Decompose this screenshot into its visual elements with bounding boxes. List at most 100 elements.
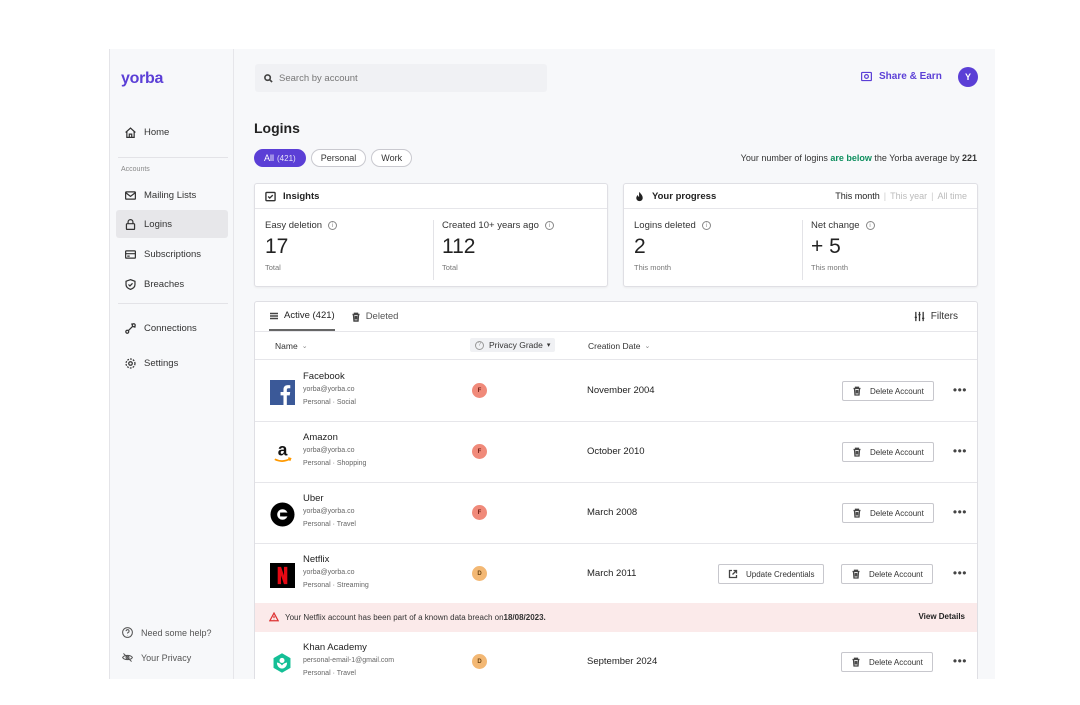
avatar[interactable]: Y (958, 67, 978, 87)
table-row[interactable]: Facebook yorba@yorba.co Personal · Socia… (255, 361, 977, 422)
account-email: yorba@yorba.co (303, 569, 355, 576)
stat-value: 17 (265, 235, 289, 258)
sidebar-item-label: Breaches (144, 278, 185, 290)
stat-sub: This month (811, 263, 849, 272)
button-label: Delete Account (869, 569, 923, 579)
help-icon: ? (475, 340, 484, 350)
insights-icon (265, 191, 276, 201)
account-name: Khan Academy (303, 642, 367, 653)
range-all-time[interactable]: All time (937, 191, 967, 201)
more-options-icon[interactable]: ••• (953, 506, 967, 518)
table-row[interactable]: a Amazon yorba@yorba.co Personal · Shopp… (255, 422, 977, 483)
tab-label: Active (421) (284, 310, 335, 321)
creation-date: September 2024 (587, 656, 658, 667)
column-creation-date[interactable]: Creation Date ⌄ (588, 341, 650, 351)
chevron-down-icon: ⌄ (644, 343, 651, 350)
more-options-icon[interactable]: ••• (953, 567, 967, 579)
stat-label: Created 10+ years ago (442, 220, 539, 231)
button-label: Delete Account (870, 447, 924, 457)
account-email: yorba@yorba.co (303, 386, 355, 393)
info-icon[interactable]: i (865, 221, 875, 230)
delete-account-button[interactable]: Delete Account (842, 503, 934, 523)
column-name[interactable]: Name ⌄ (275, 341, 308, 351)
privacy-grade-badge: D (472, 566, 487, 581)
privacy-link[interactable]: Your Privacy (121, 651, 191, 664)
stat-net-change: Net change i + 5 This month (811, 220, 875, 272)
table-tabs: Active (421) Deleted (269, 302, 398, 331)
alert-date: 18/08/2023. (503, 612, 546, 622)
account-name: Facebook (303, 371, 345, 382)
tab-active[interactable]: Active (421) (269, 302, 335, 331)
account-tags: Personal · Social (303, 399, 356, 406)
range-this-year[interactable]: This year (890, 191, 927, 201)
privacy-grade-badge: D (472, 654, 487, 669)
table-row[interactable]: Uber yorba@yorba.co Personal · Travel F … (255, 483, 977, 544)
stat-sub: Total (442, 263, 458, 272)
info-icon[interactable]: i (328, 221, 338, 230)
divider (433, 220, 434, 280)
search-input[interactable]: Search by account (255, 64, 547, 92)
sidebar-item-connections[interactable]: Connections (116, 314, 228, 342)
table-row[interactable]: Khan Academy personal-email-1@gmail.com … (255, 632, 977, 679)
filter-all[interactable]: All (421) (254, 149, 306, 167)
external-link-icon (728, 569, 738, 579)
privacy-label: Your Privacy (141, 652, 192, 663)
range-this-month[interactable]: This month (835, 191, 880, 201)
account-tags: Personal · Travel (303, 521, 356, 528)
delete-account-button[interactable]: Delete Account (841, 652, 933, 672)
button-label: Delete Account (870, 508, 924, 518)
sidebar-item-home[interactable]: Home (116, 118, 228, 146)
insights-title: Insights (283, 190, 320, 202)
sidebar-item-settings[interactable]: Settings (116, 349, 228, 377)
sidebar-item-subscriptions[interactable]: Subscriptions (116, 240, 228, 268)
sidebar-item-breaches[interactable]: Breaches (116, 270, 228, 298)
tab-label: Deleted (365, 311, 399, 322)
home-icon (122, 124, 138, 140)
more-options-icon[interactable]: ••• (953, 655, 967, 667)
page-title: Logins (254, 120, 300, 136)
account-name: Netflix (303, 554, 330, 565)
more-options-icon[interactable]: ••• (953, 384, 967, 396)
delete-account-button[interactable]: Delete Account (842, 381, 934, 401)
delete-account-button[interactable]: Delete Account (841, 564, 933, 584)
share-earn-button[interactable]: Share & Earn (860, 70, 942, 83)
column-label: Creation Date (588, 341, 641, 351)
button-label: Delete Account (870, 386, 924, 396)
trash-icon (853, 447, 861, 457)
account-email: yorba@yorba.co (303, 508, 355, 515)
avg-note-value: 221 (961, 153, 977, 163)
button-label: Update Credentials (746, 569, 815, 579)
gear-icon (122, 355, 138, 371)
button-label: Delete Account (869, 657, 923, 667)
column-privacy-grade[interactable]: ? Privacy Grade ▾ (470, 338, 556, 352)
stat-sub: This month (634, 263, 672, 272)
update-credentials-button[interactable]: Update Credentials (718, 564, 825, 584)
info-icon[interactable]: i (544, 221, 554, 230)
help-link[interactable]: Need some help? (121, 626, 212, 639)
stat-label: Net change (811, 220, 860, 231)
account-name: Amazon (303, 432, 338, 443)
sidebar-item-logins[interactable]: Logins (116, 210, 228, 238)
eye-off-icon (122, 653, 133, 662)
sidebar-item-label: Mailing Lists (144, 189, 197, 201)
logins-table: Active (421) Deleted Filters Name ⌄ ? Priv… (254, 301, 978, 679)
amazon-logo: a (269, 440, 295, 466)
delete-account-button[interactable]: Delete Account (842, 442, 934, 462)
sidebar-item-label: Settings (144, 357, 179, 369)
yorba-logo[interactable]: yorba (121, 70, 163, 88)
filter-label: Personal (320, 153, 357, 163)
more-options-icon[interactable]: ••• (953, 445, 967, 457)
uber-logo (269, 501, 295, 527)
stat-easy-deletion: Easy deletion i 17 Total (265, 220, 338, 272)
sidebar-item-mailing-lists[interactable]: Mailing Lists (116, 181, 228, 209)
view-details-link[interactable]: View Details (918, 612, 965, 621)
filters-button[interactable]: Filters (914, 311, 958, 322)
info-icon[interactable]: i (701, 221, 711, 230)
table-row[interactable]: Netflix yorba@yorba.co Personal · Stream… (255, 544, 977, 605)
filter-work[interactable]: Work (371, 149, 413, 167)
range-toggle: This month | This year | All time (835, 191, 967, 201)
tab-deleted[interactable]: Deleted (351, 302, 399, 331)
filter-personal[interactable]: Personal (310, 149, 367, 167)
trash-icon (352, 312, 360, 322)
creation-date: March 2008 (587, 507, 638, 518)
